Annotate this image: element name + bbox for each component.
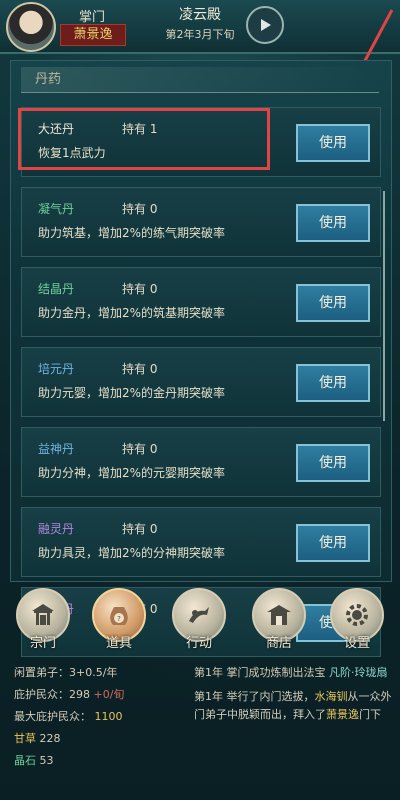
item-count: 持有 0 xyxy=(122,442,158,456)
item-name: 融灵丹 xyxy=(38,522,75,536)
log-entry: 第1年 举行了内门选拔，水海钏从一众外门弟子中脱颖而出，拜入了萧景逸门下 xyxy=(194,690,392,721)
section-title: 丹药 xyxy=(21,67,379,93)
item-count: 持有 0 xyxy=(122,362,158,376)
next-turn-button[interactable] xyxy=(246,6,284,44)
item-name: 培元丹 xyxy=(38,362,75,376)
nav-items[interactable]: ? 道具 xyxy=(90,588,148,654)
item-name: 凝气丹 xyxy=(38,202,75,216)
scrollbar[interactable] xyxy=(383,191,385,421)
bottom-nav: 宗门 ? 道具 行动 商店 设置 xyxy=(0,588,400,654)
player-name: 萧景逸 xyxy=(60,24,126,46)
item-desc: 助力金丹，增加2%的筑基期突破率 xyxy=(38,306,226,320)
use-button[interactable]: 使用 xyxy=(296,364,370,402)
nav-shop[interactable]: 商店 xyxy=(250,588,308,654)
nav-label: 商店 xyxy=(265,636,292,651)
max-protect-stat: 最大庇护民众： 1100 xyxy=(14,710,123,723)
item-count: 持有 0 xyxy=(122,522,158,536)
item-count: 持有 0 xyxy=(122,202,158,216)
item-name: 益神丹 xyxy=(38,442,75,456)
protect-stat: 庇护民众：298 +0/旬 xyxy=(14,688,125,701)
highlight-box xyxy=(18,108,270,170)
nav-label: 设置 xyxy=(343,636,370,651)
nav-label: 宗门 xyxy=(29,636,56,651)
use-button[interactable]: 使用 xyxy=(296,204,370,242)
nav-settings[interactable]: 设置 xyxy=(328,588,386,654)
player-rank: 掌门 xyxy=(78,10,105,25)
nav-sect[interactable]: 宗门 xyxy=(14,588,72,654)
nav-action[interactable]: 行动 xyxy=(170,588,228,654)
item-desc: 助力具灵，增加2%的分神期突破率 xyxy=(38,546,226,560)
player-avatar[interactable] xyxy=(6,2,56,52)
item-name: 结晶丹 xyxy=(38,282,75,296)
crystal-stat: 晶石 53 xyxy=(14,754,54,767)
sect-name: 凌云殿 xyxy=(179,7,221,23)
game-date: 第2年3月下旬 xyxy=(165,28,235,41)
item-desc: 助力筑基，增加2%的练气期突破率 xyxy=(38,226,226,240)
item-row: 益神丹 持有 0 助力分神，增加2%的元婴期突破率 使用 xyxy=(21,427,381,497)
use-button[interactable]: 使用 xyxy=(296,444,370,482)
item-row: 凝气丹 持有 0 助力筑基，增加2%的练气期突破率 使用 xyxy=(21,187,381,257)
item-count: 持有 0 xyxy=(122,282,158,296)
herb-stat: 甘草 228 xyxy=(14,732,61,745)
item-row: 融灵丹 持有 0 助力具灵，增加2%的分神期突破率 使用 xyxy=(21,507,381,577)
nav-label: 行动 xyxy=(185,636,212,651)
item-desc: 助力分神，增加2%的元婴期突破率 xyxy=(38,466,226,480)
item-row: 培元丹 持有 0 助力元婴，增加2%的金丹期突破率 使用 xyxy=(21,347,381,417)
play-icon xyxy=(261,19,271,31)
sect-stats: 闲置弟子：3+0.5/年 庇护民众：298 +0/旬 最大庇护民众： 1100 … xyxy=(14,662,189,772)
item-row: 结晶丹 持有 0 助力金丹，增加2%的筑基期突破率 使用 xyxy=(21,267,381,337)
item-list: 大还丹 持有 1 恢复1点武力 使用 凝气丹 持有 0 助力筑基，增加2%的练气期突破率 使用… xyxy=(21,107,381,667)
use-button[interactable]: 使用 xyxy=(296,124,370,162)
use-button[interactable]: 使用 xyxy=(296,524,370,562)
disciples-stat: 闲置弟子：3+0.5/年 xyxy=(14,666,118,679)
event-log: 第1年 掌门成功炼制出法宝 凡阶·玲珑扇 第1年 举行了内门选拔，水海钏从一众外… xyxy=(194,664,394,730)
log-entry: 第1年 掌门成功炼制出法宝 凡阶·玲珑扇 xyxy=(194,666,388,679)
nav-label: 道具 xyxy=(105,636,132,651)
item-desc: 助力元婴，增加2%的金丹期突破率 xyxy=(38,386,226,400)
use-button[interactable]: 使用 xyxy=(296,284,370,322)
svg-text:?: ? xyxy=(117,615,121,623)
